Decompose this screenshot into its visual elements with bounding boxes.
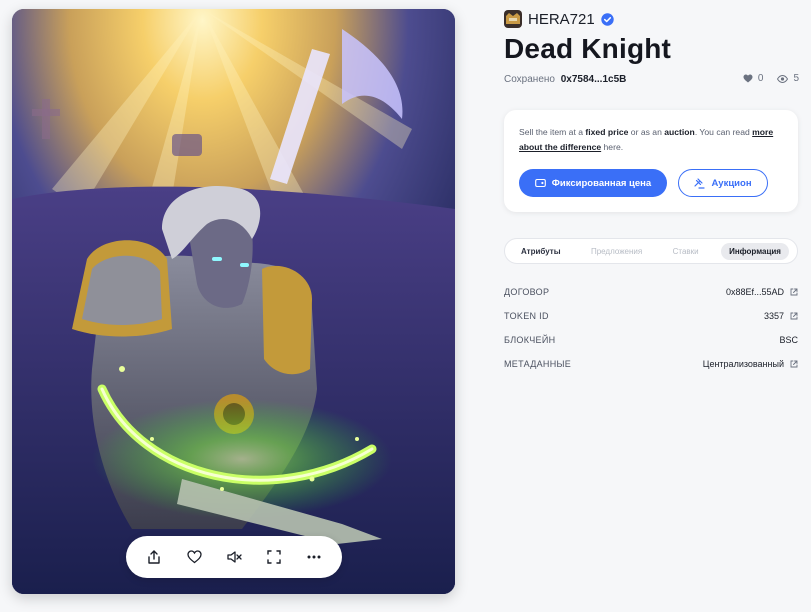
fullscreen-icon [267, 550, 281, 564]
likes-stat: 0 [743, 73, 764, 84]
info-table: ДОГОВОР 0x88Ef...55AD TOKEN ID 3357 БЛОК… [504, 280, 798, 376]
tab-offers[interactable]: Предложения [583, 243, 650, 260]
sell-text-read: . You can read [694, 127, 750, 137]
external-link-icon [790, 312, 798, 320]
blockchain-label: БЛОКЧЕЙН [504, 335, 556, 345]
views-count: 5 [793, 73, 799, 84]
auction-label: Аукцион [711, 177, 752, 189]
sell-text-auction: auction [664, 127, 695, 137]
token-id-value: 3357 [763, 311, 784, 321]
token-id-value-link[interactable]: 3357 [764, 311, 798, 321]
creator-avatar-icon [504, 10, 522, 28]
info-row-token-id: TOKEN ID 3357 [504, 304, 798, 328]
media-controls-bar [126, 536, 342, 578]
share-button[interactable] [139, 542, 169, 572]
tab-info[interactable]: Информация [721, 242, 789, 260]
like-button[interactable] [179, 542, 209, 572]
item-title: Dead Knight [504, 33, 672, 64]
token-id-label: TOKEN ID [504, 311, 549, 321]
info-row-metadata: МЕТАДАННЫЕ Централизованный [504, 352, 798, 376]
saved-by: Сохранено 0x7584...1c5B [504, 74, 626, 85]
metadata-value-link[interactable]: Централизованный [703, 359, 798, 369]
nft-artwork[interactable] [12, 9, 455, 594]
auction-button[interactable]: Аукцион [678, 169, 768, 197]
tab-attributes[interactable]: Атрибуты [513, 243, 569, 260]
metadata-label: МЕТАДАННЫЕ [504, 359, 572, 369]
sell-text-mid: or as an [630, 127, 662, 137]
sell-text-prefix: Sell the item at a [519, 127, 584, 137]
eye-icon [777, 74, 789, 83]
heart-filled-icon [743, 74, 753, 83]
blockchain-value: BSC [779, 335, 798, 345]
metadata-value: Централизованный [702, 359, 784, 369]
price-tag-icon [534, 178, 546, 188]
tab-bids[interactable]: Ставки [665, 243, 707, 260]
sell-buttons: Фиксированная цена Аукцион [519, 169, 783, 197]
sell-description: Sell the item at a fixed price or as an … [519, 125, 783, 155]
fixed-price-button[interactable]: Фиксированная цена [519, 169, 667, 197]
fullscreen-button[interactable] [259, 542, 289, 572]
views-stat: 5 [777, 73, 799, 84]
more-icon [307, 555, 321, 559]
mute-icon [226, 551, 242, 563]
mute-button[interactable] [219, 542, 249, 572]
more-options-button[interactable] [299, 542, 329, 572]
creator-name: HERA721 [528, 10, 595, 28]
contract-value: 0x88Ef...55AD [725, 287, 784, 297]
creator-link[interactable]: HERA721 [504, 10, 614, 28]
contract-value-link[interactable]: 0x88Ef...55AD [726, 287, 798, 297]
saved-address-link[interactable]: 0x7584...1c5B [561, 74, 627, 85]
share-icon [148, 550, 160, 564]
saved-label: Сохранено [504, 74, 555, 85]
external-link-icon [790, 288, 798, 296]
info-row-contract: ДОГОВОР 0x88Ef...55AD [504, 280, 798, 304]
sell-text-fixed: fixed price [585, 127, 629, 137]
sell-text-end: here. [603, 142, 624, 152]
item-stats: 0 5 [743, 73, 799, 84]
gavel-icon [694, 177, 706, 189]
heart-icon [186, 550, 202, 564]
verified-badge-icon [601, 12, 614, 26]
sell-panel: Sell the item at a fixed price or as an … [504, 110, 798, 212]
info-row-blockchain: БЛОКЧЕЙН BSC [504, 328, 798, 352]
dead-knight-artwork [12, 9, 455, 594]
likes-count: 0 [757, 73, 764, 84]
fixed-price-label: Фиксированная цена [551, 177, 652, 189]
item-tabs: Атрибуты Предложения Ставки Информация [504, 238, 798, 264]
contract-label: ДОГОВОР [504, 287, 550, 297]
external-link-icon [790, 360, 798, 368]
